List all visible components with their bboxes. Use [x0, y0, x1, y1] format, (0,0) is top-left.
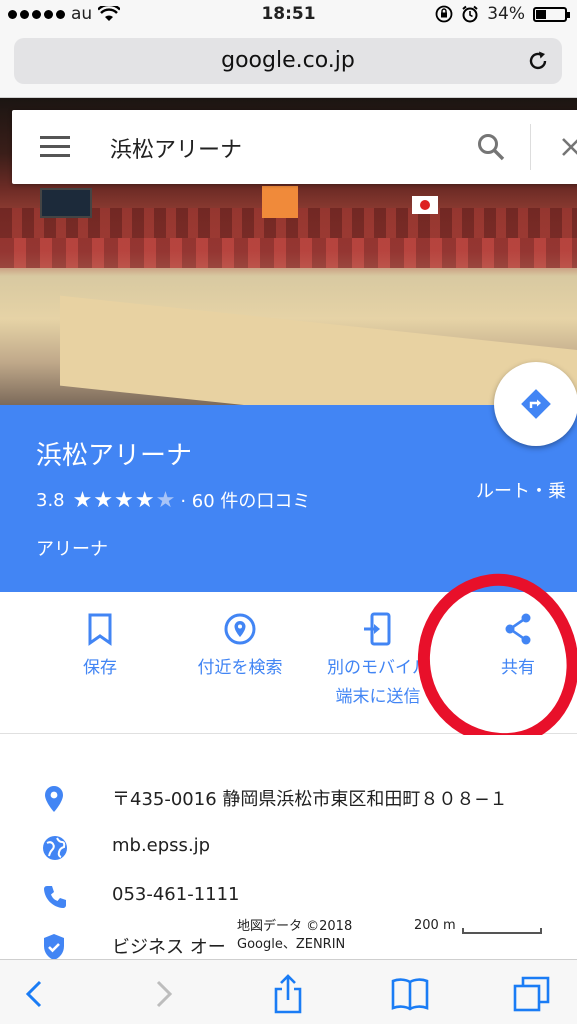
battery-icon [533, 6, 570, 22]
close-icon[interactable] [560, 136, 577, 158]
url-text: google.co.jp [221, 48, 355, 73]
phone-text: 053-461-1111 [112, 884, 240, 905]
card-divider [530, 124, 531, 170]
battery-percent: 34% [487, 4, 525, 24]
status-bar: au 18:51 34% [0, 0, 577, 30]
business-text: ビジネス オー [112, 937, 226, 958]
star-filled-icon: ★ [114, 487, 135, 513]
share-sheet-icon[interactable] [268, 974, 308, 1014]
save-button[interactable]: 保存 [30, 612, 170, 683]
route-label[interactable]: ルート・乗 [476, 477, 566, 503]
forward-icon[interactable] [142, 974, 182, 1014]
tabs-icon[interactable] [512, 974, 552, 1014]
phone-row[interactable]: 053-461-1111 [0, 876, 577, 916]
send-to-device-icon [364, 612, 391, 646]
map-attribution-line1: 地図データ ©2018 [237, 919, 353, 934]
bookmark-icon [88, 613, 112, 646]
rating-value: 3.8 [36, 489, 65, 511]
globe-icon [43, 836, 67, 860]
directions-icon [521, 389, 551, 419]
star-filled-icon: ★ [134, 487, 156, 513]
back-icon[interactable] [16, 974, 56, 1014]
website-row[interactable]: mb.epss.jp [0, 827, 577, 867]
send-label-line1: 別のモバイル [327, 658, 429, 678]
browser-address-area: google.co.jp [0, 30, 577, 98]
address-row[interactable]: 〒435-0016 静岡県浜松市東区和田町８０８−１ [0, 777, 577, 817]
website-text: mb.epss.jp [112, 835, 211, 856]
star-filled-icon: ★ [72, 487, 94, 513]
arena-banner [262, 186, 298, 218]
location-pin-icon [45, 786, 63, 812]
phone-icon [44, 886, 66, 908]
address-bar[interactable]: google.co.jp [14, 38, 562, 84]
place-info-panel: 浜松アリーナ 3.8 ★ ★ ★ ★ ★ · 60 件の口コミ アリーナ ルート・乗 [0, 405, 577, 592]
status-right: 34% [435, 4, 570, 24]
search-nearby-button[interactable]: 付近を検索 [170, 612, 310, 683]
star-rating: ★ ★ ★ ★ ★ [73, 488, 177, 513]
star-filled-icon: ★ [93, 487, 115, 513]
review-count[interactable]: · 60 件の口コミ [180, 487, 310, 513]
search-nearby-label: 付近を検索 [197, 658, 283, 678]
search-icon[interactable] [476, 132, 506, 162]
rating-row[interactable]: 3.8 ★ ★ ★ ★ ★ · 60 件の口コミ [36, 487, 310, 513]
place-category: アリーナ [36, 539, 108, 560]
map-attribution-line2: Google、ZENRIN [237, 937, 346, 952]
verified-shield-icon [44, 934, 64, 960]
save-label: 保存 [83, 658, 117, 678]
search-query[interactable]: 浜松アリーナ [110, 132, 242, 164]
place-name: 浜松アリーナ [36, 441, 193, 471]
reload-icon[interactable] [526, 49, 550, 73]
flag-image [412, 196, 438, 214]
map-attribution: 地図データ ©2018 Google、ZENRIN [237, 918, 352, 954]
send-label-line2: 端末に送信 [335, 687, 421, 707]
address-text: 〒435-0016 静岡県浜松市東区和田町８０８−１ [112, 789, 508, 810]
orientation-lock-icon [435, 5, 453, 23]
map-scale-label: 200 m [414, 918, 456, 933]
directions-button[interactable] [494, 362, 577, 446]
star-empty-icon: ★ [155, 487, 177, 513]
maps-search-card: 浜松アリーナ [12, 110, 577, 184]
map-scale-bar [462, 928, 542, 934]
browser-toolbar [0, 959, 577, 1024]
arena-seating-lower [0, 238, 577, 268]
hamburger-menu-icon[interactable] [40, 136, 70, 158]
scoreboard-image [40, 188, 92, 218]
bookmarks-icon[interactable] [390, 974, 430, 1014]
alarm-icon [462, 5, 478, 23]
battery-fill [536, 9, 546, 19]
nearby-search-icon [224, 613, 256, 645]
